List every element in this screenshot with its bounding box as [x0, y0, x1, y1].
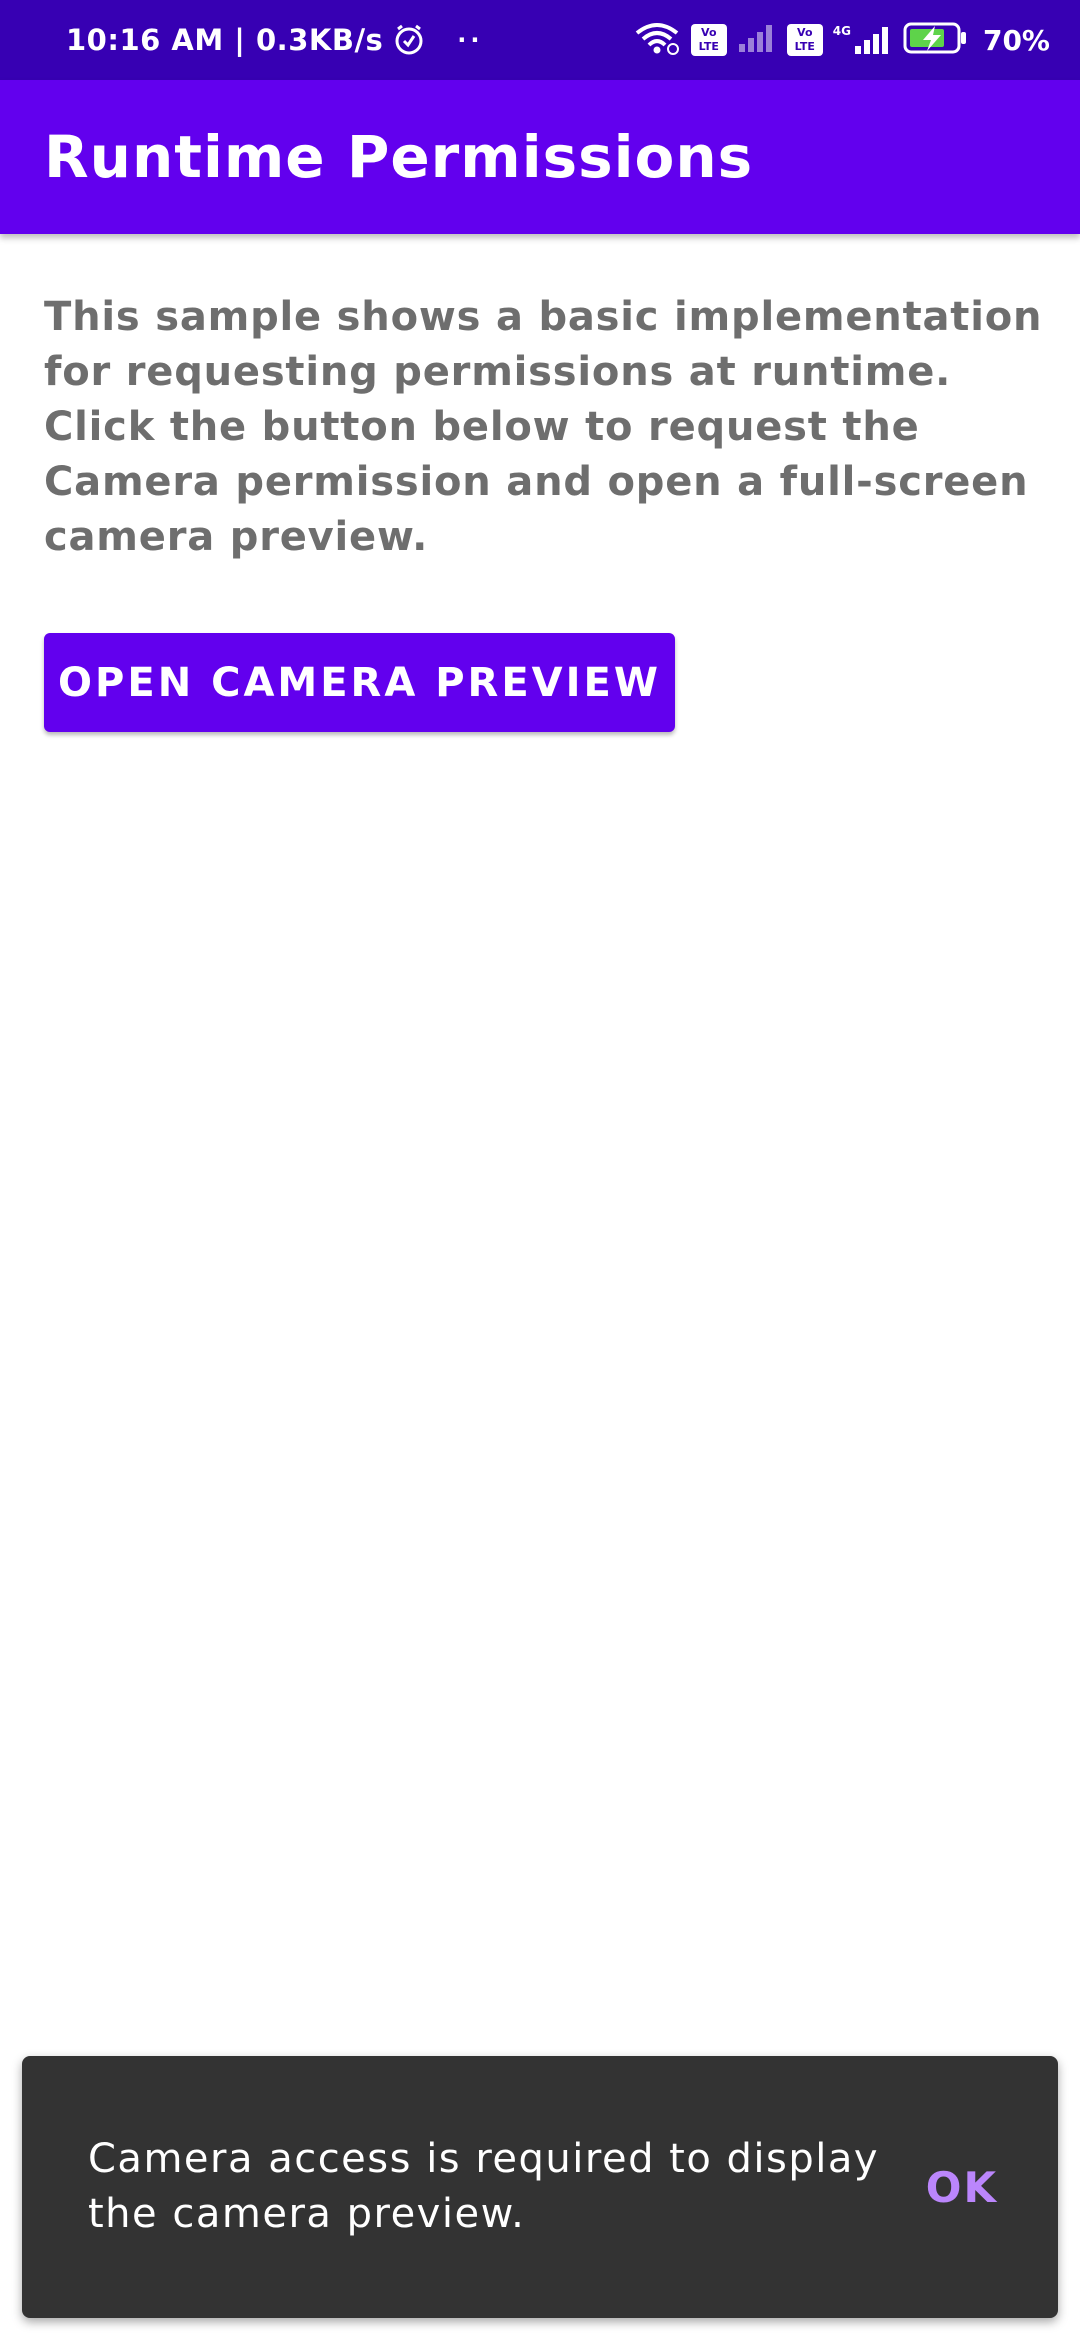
- app-bar: Runtime Permissions: [0, 80, 1080, 234]
- description-line-2: Click the button below to request the Ca…: [44, 404, 1029, 560]
- wifi-icon: [633, 21, 681, 59]
- snackbar: Camera access is required to display the…: [22, 2056, 1058, 2318]
- snackbar-ok-button[interactable]: OK: [926, 2056, 998, 2318]
- volte-badge-1: Vo LTE: [690, 24, 727, 56]
- description-line-1: This sample shows a basic implementation…: [44, 294, 1043, 395]
- notification-dots: ··: [457, 26, 484, 54]
- battery-charging-icon: [903, 21, 969, 59]
- status-bar: 10:16 AM | 0.3KB/s ·· Vo LTE Vo LTE 4G 7…: [0, 0, 1080, 80]
- signal-4g-icon: 4G: [833, 24, 893, 56]
- status-left: 10:16 AM | 0.3KB/s ··: [66, 0, 484, 80]
- screen: 10:16 AM | 0.3KB/s ·· Vo LTE Vo LTE 4G 7…: [0, 0, 1080, 2340]
- status-right: Vo LTE Vo LTE 4G 70%: [633, 0, 1050, 80]
- app-title: Runtime Permissions: [44, 123, 754, 191]
- status-time-speed: 10:16 AM | 0.3KB/s: [66, 23, 384, 57]
- battery-percent: 70%: [982, 23, 1050, 57]
- alarm-icon: [393, 24, 425, 56]
- description-text: This sample shows a basic implementation…: [44, 290, 1044, 565]
- snackbar-message: Camera access is required to display the…: [88, 2136, 880, 2237]
- signal-icon: [737, 22, 777, 58]
- volte-badge-2: Vo LTE: [786, 24, 823, 56]
- open-camera-preview-button[interactable]: OPEN CAMERA PREVIEW: [44, 633, 675, 732]
